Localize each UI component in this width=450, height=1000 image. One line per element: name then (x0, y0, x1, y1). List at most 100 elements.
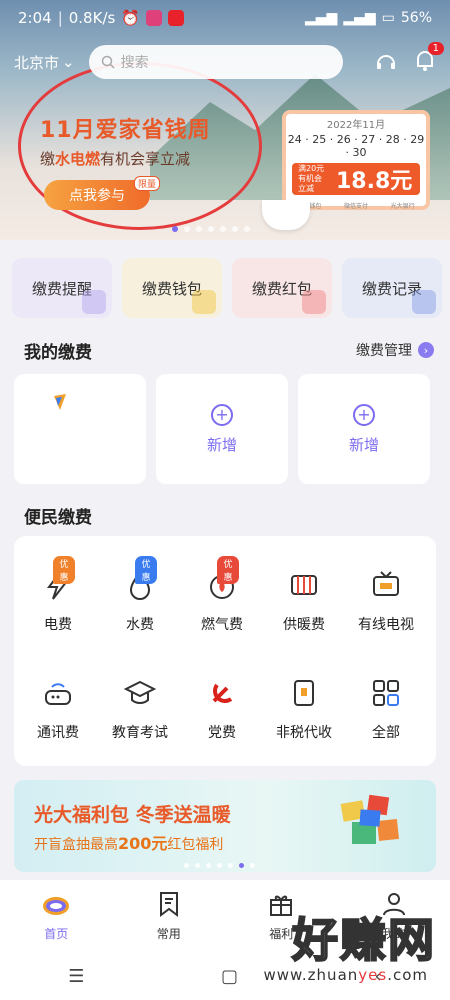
bell-icon (82, 290, 106, 314)
banner-subtitle: 开盲盒抽最高200元红包福利 (34, 834, 224, 853)
carousel-dot (217, 863, 222, 868)
service-all[interactable]: 全部 (344, 676, 428, 742)
discount-amount: 18.8元 (336, 169, 413, 194)
manage-label: 缴费管理 (356, 343, 412, 359)
carousel-dot (232, 226, 238, 232)
carousel-dot (184, 226, 190, 232)
signal-icon: ▂▄▆ (343, 10, 376, 26)
records-icon (412, 290, 436, 314)
battery-level: 56% (400, 10, 432, 26)
carousel-dot (250, 863, 255, 868)
network-speed: 0.8K/s (68, 9, 116, 27)
service-telecom[interactable]: 通讯费 (16, 676, 100, 742)
tab-common[interactable]: 常用 (129, 890, 209, 952)
search-placeholder: 搜索 (120, 55, 149, 71)
service-electricity[interactable]: 优惠 电费 (16, 556, 100, 634)
card-date: 2022年11月 (326, 120, 386, 131)
city-selector[interactable]: 北京市 ⌄ (14, 52, 75, 73)
tab-label: 首页 (44, 927, 69, 941)
card-days: 24 · 25 · 26 · 27 · 28 · 29 · 30 (287, 133, 425, 159)
headset-icon[interactable] (374, 50, 398, 74)
service-label: 供暖费 (283, 617, 325, 633)
service-gas[interactable]: 优惠 燃气费 (180, 556, 264, 634)
quick-pay-redpacket[interactable]: 缴费红包 (232, 258, 332, 318)
alarm-icon: ⏰ (121, 9, 140, 27)
carousel-dot (184, 863, 189, 868)
service-party-dues[interactable]: 党费 (180, 676, 264, 742)
carousel-dot (195, 863, 200, 868)
welfare-banner[interactable]: 光大福利包 冬季送温暖 开盲盒抽最高200元红包福利 (14, 780, 436, 872)
discount-note: 满20元 有机会 立减 (298, 164, 325, 193)
service-non-tax[interactable]: 非税代收 (262, 676, 346, 742)
notification-badge: 1 (427, 42, 444, 55)
carousel-dot (208, 226, 214, 232)
service-label: 有线电视 (358, 617, 414, 633)
quick-pay-wallet[interactable]: 缴费钱包 (122, 258, 222, 318)
water-drop-icon: 优惠 (123, 556, 157, 602)
service-label: 非税代收 (276, 725, 332, 741)
carousel-dot (172, 226, 178, 232)
service-label: 电费 (44, 617, 72, 633)
service-label: 通讯费 (37, 725, 79, 741)
search-input[interactable]: 搜索 (88, 45, 343, 79)
battery-icon: ▭ (381, 10, 395, 26)
bookmark-icon (159, 892, 178, 917)
banner-carousel-indicator (184, 863, 255, 868)
menu-icon[interactable]: ☰ (68, 966, 84, 987)
carousel-indicator (172, 226, 250, 232)
home-cloud-icon (43, 897, 70, 915)
convenience-title: 便民缴费 (24, 508, 92, 528)
carousel-dot (220, 226, 226, 232)
banner-title: 光大福利包 冬季送温暖 (34, 804, 231, 826)
promo-hero-banner[interactable]: 11月爱家省钱周 缴水电燃有机会享立减 点我参与 限量 2022年11月 24 … (0, 0, 450, 240)
quick-pay-reminder[interactable]: 缴费提醒 (12, 258, 112, 318)
promo-subtitle: 缴水电燃有机会享立减 (40, 150, 191, 168)
discount-tag: 优惠 (135, 556, 157, 584)
lightning-icon: 优惠 (41, 556, 75, 602)
status-time: 2:04 (18, 9, 52, 27)
home-square-icon[interactable]: ▢ (221, 966, 238, 987)
radiator-icon (287, 568, 321, 602)
chevron-right-icon: › (418, 342, 434, 358)
search-icon (101, 55, 115, 69)
tv-icon (369, 568, 403, 602)
quick-pay-records[interactable]: 缴费记录 (342, 258, 442, 318)
watermark-logo: 好赚网 (291, 912, 436, 968)
gift-box-icon (340, 794, 399, 844)
add-pay-card[interactable]: + 新增 (298, 374, 430, 484)
carousel-dot (239, 863, 244, 868)
pay-manage-link[interactable]: 缴费管理 › (356, 340, 434, 360)
service-cable-tv[interactable]: 有线电视 (344, 568, 428, 634)
app-notification-icon (146, 10, 162, 26)
discount-tag: 优惠 (217, 556, 239, 584)
status-bar: 2:04 | 0.8K/s ⏰ ▂▄▆ ▂▄▆ ▭ 56% (18, 9, 432, 27)
card-footer-item: 光大银行 (390, 203, 415, 210)
service-label: 教育考试 (112, 725, 168, 741)
signal-icon: ▂▄▆ (305, 10, 338, 26)
card-footer-item: 微信支付 (343, 203, 368, 210)
pay-account-card[interactable] (14, 374, 146, 484)
notification-button[interactable]: 1 (414, 42, 444, 76)
add-label: 新增 (348, 435, 379, 454)
receipt-icon (287, 676, 321, 710)
my-pay-title: 我的缴费 (24, 343, 92, 363)
electricity-logo-icon (54, 394, 66, 410)
grid-icon (369, 676, 403, 710)
tab-label: 常用 (156, 927, 181, 941)
router-icon (41, 676, 75, 710)
service-water[interactable]: 优惠 水费 (98, 556, 182, 634)
my-pay-cards: + 新增 + 新增 (14, 374, 430, 484)
service-label: 全部 (372, 725, 400, 741)
app-notification-icon (168, 10, 184, 26)
carousel-dot (244, 226, 250, 232)
flame-icon: 优惠 (205, 556, 239, 602)
watermark-url: www.zhuanyes.com (263, 966, 428, 984)
city-label: 北京市 (14, 53, 60, 72)
service-education-exam[interactable]: 教育考试 (98, 676, 182, 742)
plus-icon: + (353, 403, 375, 426)
add-pay-card[interactable]: + 新增 (156, 374, 288, 484)
service-label: 燃气费 (201, 617, 243, 633)
tab-home[interactable]: 首页 (16, 890, 96, 952)
service-heating[interactable]: 供暖费 (262, 568, 346, 634)
add-label: 新增 (206, 435, 237, 454)
